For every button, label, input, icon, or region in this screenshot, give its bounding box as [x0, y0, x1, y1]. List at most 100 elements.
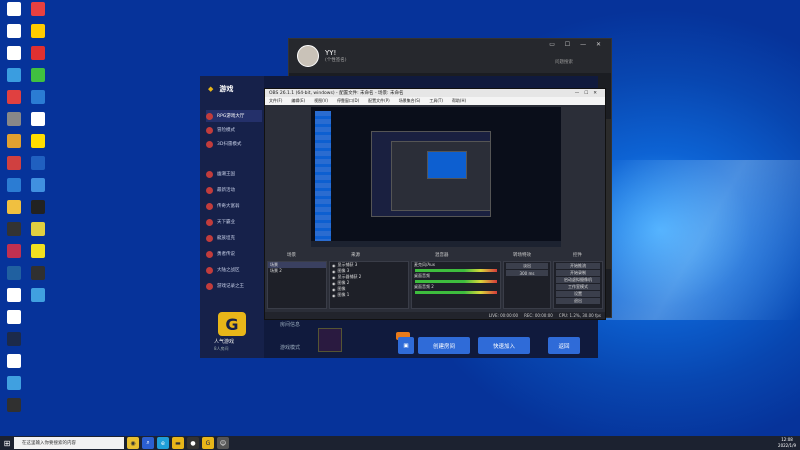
control-button[interactable]: 开始录制	[556, 270, 600, 276]
desktop-icon[interactable]	[26, 112, 50, 136]
desktop-icon[interactable]	[26, 2, 50, 26]
sidebar-item[interactable]: RPG游戏大厅	[206, 110, 262, 122]
desktop-icon[interactable]	[2, 46, 26, 70]
desktop-icon[interactable]	[2, 156, 26, 180]
control-button[interactable]: 设置	[556, 291, 600, 297]
desktop-icon[interactable]	[2, 68, 26, 92]
folder-icon[interactable]: ▬	[172, 437, 184, 449]
obs-menu-item[interactable]: 帮助(H)	[452, 98, 466, 104]
chat-search-label[interactable]: 问题搜索	[555, 59, 573, 65]
desktop-icon[interactable]	[2, 2, 26, 26]
window-controls[interactable]: ▭ ☐ — ✕	[549, 41, 605, 48]
taskbar-search-input[interactable]: 在这里输入你要搜索的内容	[14, 437, 124, 449]
scenes-dock[interactable]: 场景 场景 2	[267, 261, 327, 309]
desktop-icon[interactable]	[2, 398, 26, 422]
source-eye-icon[interactable]: ◉	[332, 263, 336, 268]
taskbar-clock[interactable]: 12:08 2022/1/9	[778, 437, 796, 449]
transitions-dock[interactable]: 淡出 300 ms	[503, 261, 551, 309]
desktop-icon[interactable]	[2, 244, 26, 268]
controls-dock[interactable]: 开始推流 开始录制 启动虚拟摄像机 工作室模式 设置 退出	[553, 261, 603, 309]
desktop-icon[interactable]	[2, 200, 26, 224]
obs-menu-item[interactable]: 停靠窗口(D)	[337, 98, 359, 104]
desktop-icon[interactable]	[2, 310, 26, 334]
source-eye-icon[interactable]: ◉	[332, 287, 336, 292]
desktop-icon[interactable]	[26, 46, 50, 70]
sources-dock[interactable]: ◉ 显示捕获 3 ◉ 图像 3 ◉ 显示器捕获 2 ◉ 图像 2 ◉ 图像 ◉ 图像 1	[329, 261, 409, 309]
desktop-icon[interactable]	[2, 134, 26, 158]
sidebar-item[interactable]: 传奇大富翁	[206, 200, 262, 212]
source-eye-icon[interactable]: ◉	[332, 275, 336, 280]
obs-taskbar-icon[interactable]: ●	[187, 437, 199, 449]
desktop-icon[interactable]	[26, 288, 50, 312]
control-button[interactable]: 工作室模式	[556, 284, 600, 290]
desktop-icon[interactable]	[26, 200, 50, 224]
chrome-icon[interactable]: ◉	[127, 437, 139, 449]
volume-meter[interactable]	[415, 269, 497, 272]
sidebar-item[interactable]: 勇者传说	[206, 248, 262, 260]
sidebar-item[interactable]: 3D扫雷模式	[206, 138, 262, 150]
control-button[interactable]: 开始推流	[556, 263, 600, 269]
mixer-dock[interactable]: 麦克风/Aux 桌面音频 桌面音频 2	[411, 261, 501, 309]
desktop-icon[interactable]	[2, 222, 26, 246]
desktop-icon[interactable]	[2, 266, 26, 290]
home-button[interactable]: ▣	[398, 337, 414, 354]
transition-field[interactable]: 淡出	[506, 263, 548, 269]
scene-item[interactable]: 场景 2	[268, 268, 326, 274]
desktop-icon[interactable]	[26, 178, 50, 202]
quick-join-button[interactable]: 快速加入	[478, 337, 530, 354]
desktop-icon[interactable]	[26, 68, 50, 92]
sidebar-item-label: 龍族坦克	[217, 236, 235, 241]
avatar[interactable]	[297, 45, 319, 67]
obs-preview[interactable]	[311, 107, 561, 247]
obs-menu-item[interactable]: 工具(T)	[429, 98, 443, 104]
edge-icon[interactable]: e	[157, 437, 169, 449]
obs-menu-item[interactable]: 场景集合(S)	[399, 98, 421, 104]
back-button[interactable]: 返回	[548, 337, 580, 354]
desktop-icon[interactable]	[26, 134, 50, 158]
obs-menu-item[interactable]: 文件(F)	[269, 98, 282, 104]
create-room-button[interactable]: 创建房间	[418, 337, 470, 354]
chat-scrollbar[interactable]	[605, 119, 611, 269]
desktop-icon[interactable]	[2, 332, 26, 356]
game-taskbar-icon[interactable]: G	[202, 437, 214, 449]
sidebar-item[interactable]: 大陆之战区	[206, 264, 262, 276]
desktop-icon[interactable]	[26, 24, 50, 48]
obs-menu-item[interactable]: 视图(V)	[314, 98, 328, 104]
desktop-icon[interactable]	[2, 178, 26, 202]
source-eye-icon[interactable]: ◉	[332, 269, 336, 274]
control-button[interactable]: 启动虚拟摄像机	[556, 277, 600, 283]
sidebar-item[interactable]: 游戏记录之王	[206, 280, 262, 292]
desktop-icon[interactable]	[26, 266, 50, 290]
volume-meter[interactable]	[415, 280, 497, 283]
source-eye-icon[interactable]: ◉	[332, 281, 336, 286]
sidebar-item[interactable]: 最新活动	[206, 184, 262, 196]
desktop-icon[interactable]	[2, 354, 26, 378]
start-button[interactable]: ⊞	[0, 436, 14, 450]
obs-menu-item[interactable]: 配置文件(P)	[368, 98, 390, 104]
desktop-icon[interactable]	[26, 244, 50, 268]
obs-window-controls[interactable]: —☐✕	[575, 91, 605, 96]
sidebar-item[interactable]: 幽潮王国	[206, 168, 262, 180]
desktop-icon[interactable]	[26, 222, 50, 246]
sidebar-item[interactable]: 天下霸业	[206, 216, 262, 228]
sidebar-item[interactable]: 冒险模式	[206, 124, 262, 136]
transition-field[interactable]: 300 ms	[506, 270, 548, 276]
status-text: CPU: 1.2%, 30.00 fps	[558, 313, 601, 318]
desktop-icon[interactable]	[2, 288, 26, 312]
volume-meter[interactable]	[415, 291, 497, 294]
control-button[interactable]: 退出	[556, 298, 600, 304]
chat-taskbar-icon[interactable]: ☺	[217, 437, 229, 449]
desktop-icon[interactable]	[26, 90, 50, 114]
search-icon[interactable]: ⌕	[142, 437, 154, 449]
desktop-icon[interactable]	[2, 376, 26, 400]
desktop-icon[interactable]	[2, 24, 26, 48]
sidebar-item[interactable]: 龍族坦克	[206, 232, 262, 244]
desktop-icon[interactable]	[2, 90, 26, 114]
source-eye-icon[interactable]: ◉	[332, 293, 336, 298]
game-thumbnail[interactable]	[318, 328, 342, 352]
source-item[interactable]: ◉ 图像 1	[330, 292, 408, 298]
obs-menu-item[interactable]: 编辑(E)	[291, 98, 305, 104]
obs-window[interactable]: OBS 26.1.1 (64-bit, windows) - 配置文件: 未命名…	[264, 88, 606, 320]
desktop-icon[interactable]	[2, 112, 26, 136]
desktop-icon[interactable]	[26, 156, 50, 180]
